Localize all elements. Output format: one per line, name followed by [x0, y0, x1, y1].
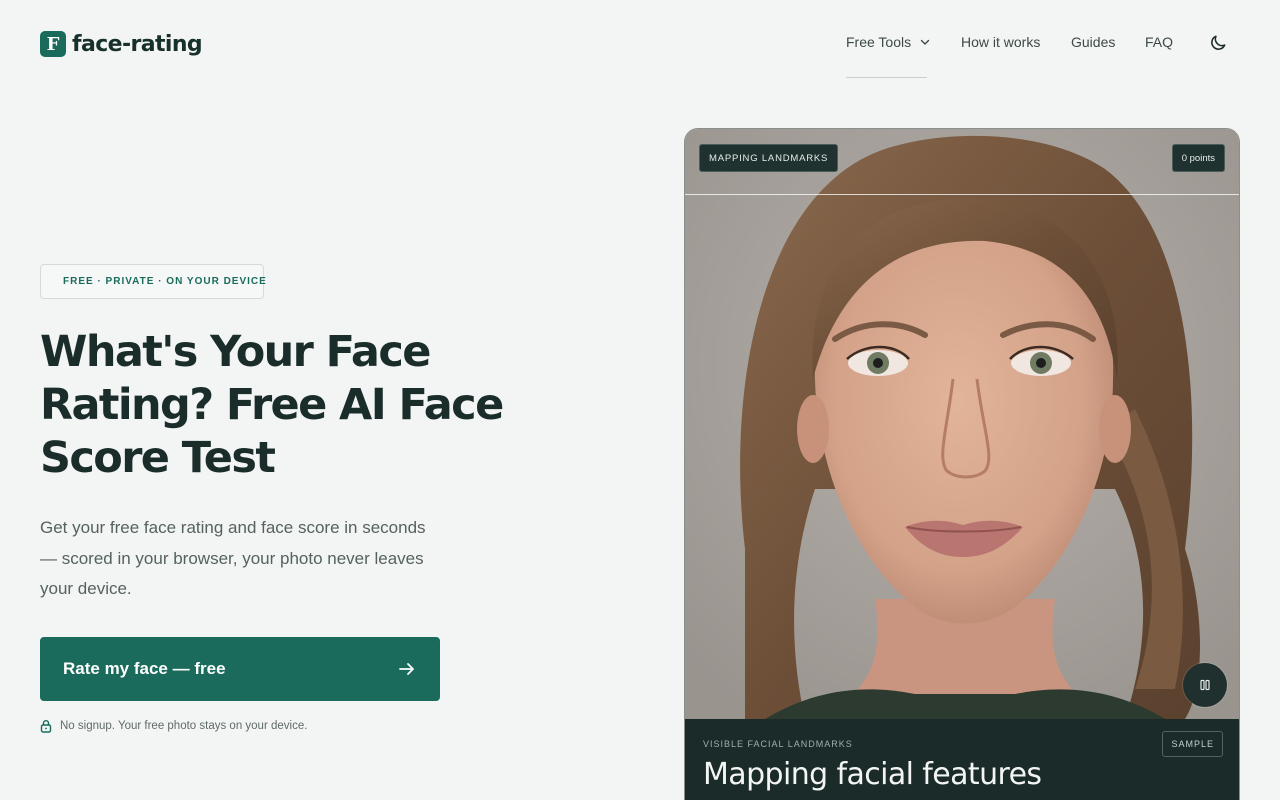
points-chip: 0 points	[1171, 144, 1225, 172]
pause-icon	[1200, 679, 1210, 691]
privacy-note-text: No signup. Your free photo stays on your…	[60, 720, 308, 732]
feature-badge-text: FREE · PRIVATE · ON YOUR DEVICE	[63, 276, 267, 287]
moon-icon	[1211, 35, 1226, 50]
hero-title: What's Your Face Rating? Free AI Face Sc…	[40, 327, 504, 483]
arrow-right-icon	[399, 663, 414, 675]
logo-text: face-rating	[72, 31, 203, 57]
face-illustration	[685, 129, 1239, 719]
nav-free-tools[interactable]: Free Tools	[846, 34, 931, 50]
panel-label: VISIBLE FACIAL LANDMARKS	[703, 739, 853, 749]
sample-badge: SAMPLE	[1162, 731, 1223, 757]
face-preview-card: MAPPING LANDMARKS 0 points VISIBLE FACIA…	[684, 128, 1240, 800]
lock-icon	[40, 720, 52, 733]
privacy-note: No signup. Your free photo stays on your…	[40, 719, 307, 733]
nav-faq[interactable]: FAQ	[1145, 34, 1173, 50]
theme-toggle-button[interactable]	[1206, 31, 1230, 55]
active-nav-underline	[846, 77, 927, 78]
rate-my-face-button[interactable]: Rate my face — free	[40, 637, 440, 701]
scan-line	[685, 194, 1239, 195]
feature-badge: FREE · PRIVATE · ON YOUR DEVICE	[40, 264, 267, 299]
status-chip: MAPPING LANDMARKS	[699, 144, 839, 172]
sample-face-photo	[685, 129, 1239, 719]
nav-guides[interactable]: Guides	[1071, 34, 1115, 50]
cta-label: Rate my face — free	[63, 659, 226, 678]
nav-how-it-works[interactable]: How it works	[961, 34, 1040, 50]
site-header: F face-rating Free Tools How it works Gu…	[0, 0, 1280, 88]
preview-info-panel: VISIBLE FACIAL LANDMARKS SAMPLE Mapping …	[685, 719, 1239, 800]
logo-mark: F	[40, 31, 66, 57]
panel-title: Mapping facial features	[703, 757, 1042, 792]
hero-subtitle: Get your free face rating and face score…	[40, 518, 426, 598]
pause-button[interactable]	[1183, 663, 1227, 707]
chevron-down-icon	[920, 39, 930, 45]
nav-free-tools-label: Free Tools	[846, 34, 912, 50]
logo-link[interactable]: F face-rating	[40, 30, 203, 58]
